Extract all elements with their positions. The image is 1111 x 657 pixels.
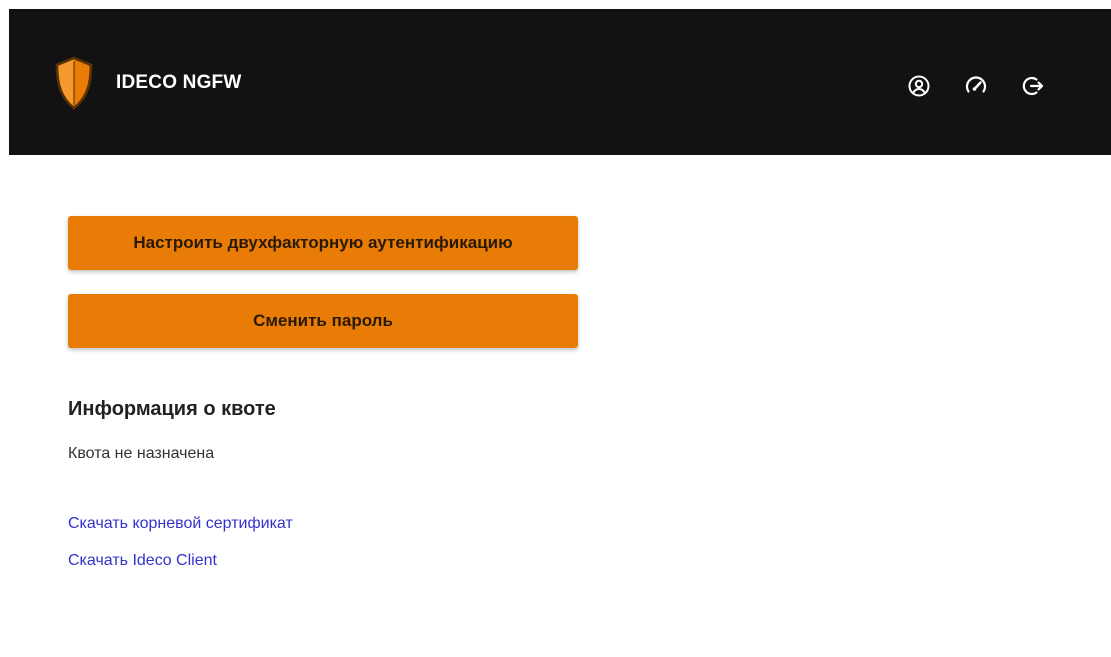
page: IDECO NGFW Настроить двухфакторную аутен… — [0, 0, 1111, 657]
brand-name: IDECO NGFW — [116, 72, 242, 93]
logout-icon — [1022, 76, 1044, 96]
header-icons — [904, 71, 1048, 101]
speedometer-icon — [965, 76, 987, 93]
dashboard-button[interactable] — [961, 71, 991, 101]
download-root-certificate-link[interactable]: Скачать корневой сертификат — [68, 515, 668, 533]
main-content: Настроить двухфакторную аутентификацию С… — [68, 216, 668, 570]
change-password-button[interactable]: Сменить пароль — [68, 294, 578, 348]
logout-button[interactable] — [1018, 71, 1048, 101]
quota-status-text: Квота не назначена — [68, 445, 215, 462]
left-gutter — [0, 0, 9, 657]
quota-info-heading: Информация о квоте — [68, 398, 276, 420]
download-links: Скачать корневой сертификат Скачать Idec… — [68, 515, 668, 570]
top-header-bar: IDECO NGFW — [9, 9, 1111, 155]
download-ideco-client-link[interactable]: Скачать Ideco Client — [68, 552, 668, 570]
setup-two-factor-button[interactable]: Настроить двухфакторную аутентификацию — [68, 216, 578, 270]
user-circle-icon — [908, 75, 930, 97]
user-profile-button[interactable] — [904, 71, 934, 101]
brand: IDECO NGFW — [54, 56, 242, 110]
shield-logo-icon — [55, 56, 93, 110]
